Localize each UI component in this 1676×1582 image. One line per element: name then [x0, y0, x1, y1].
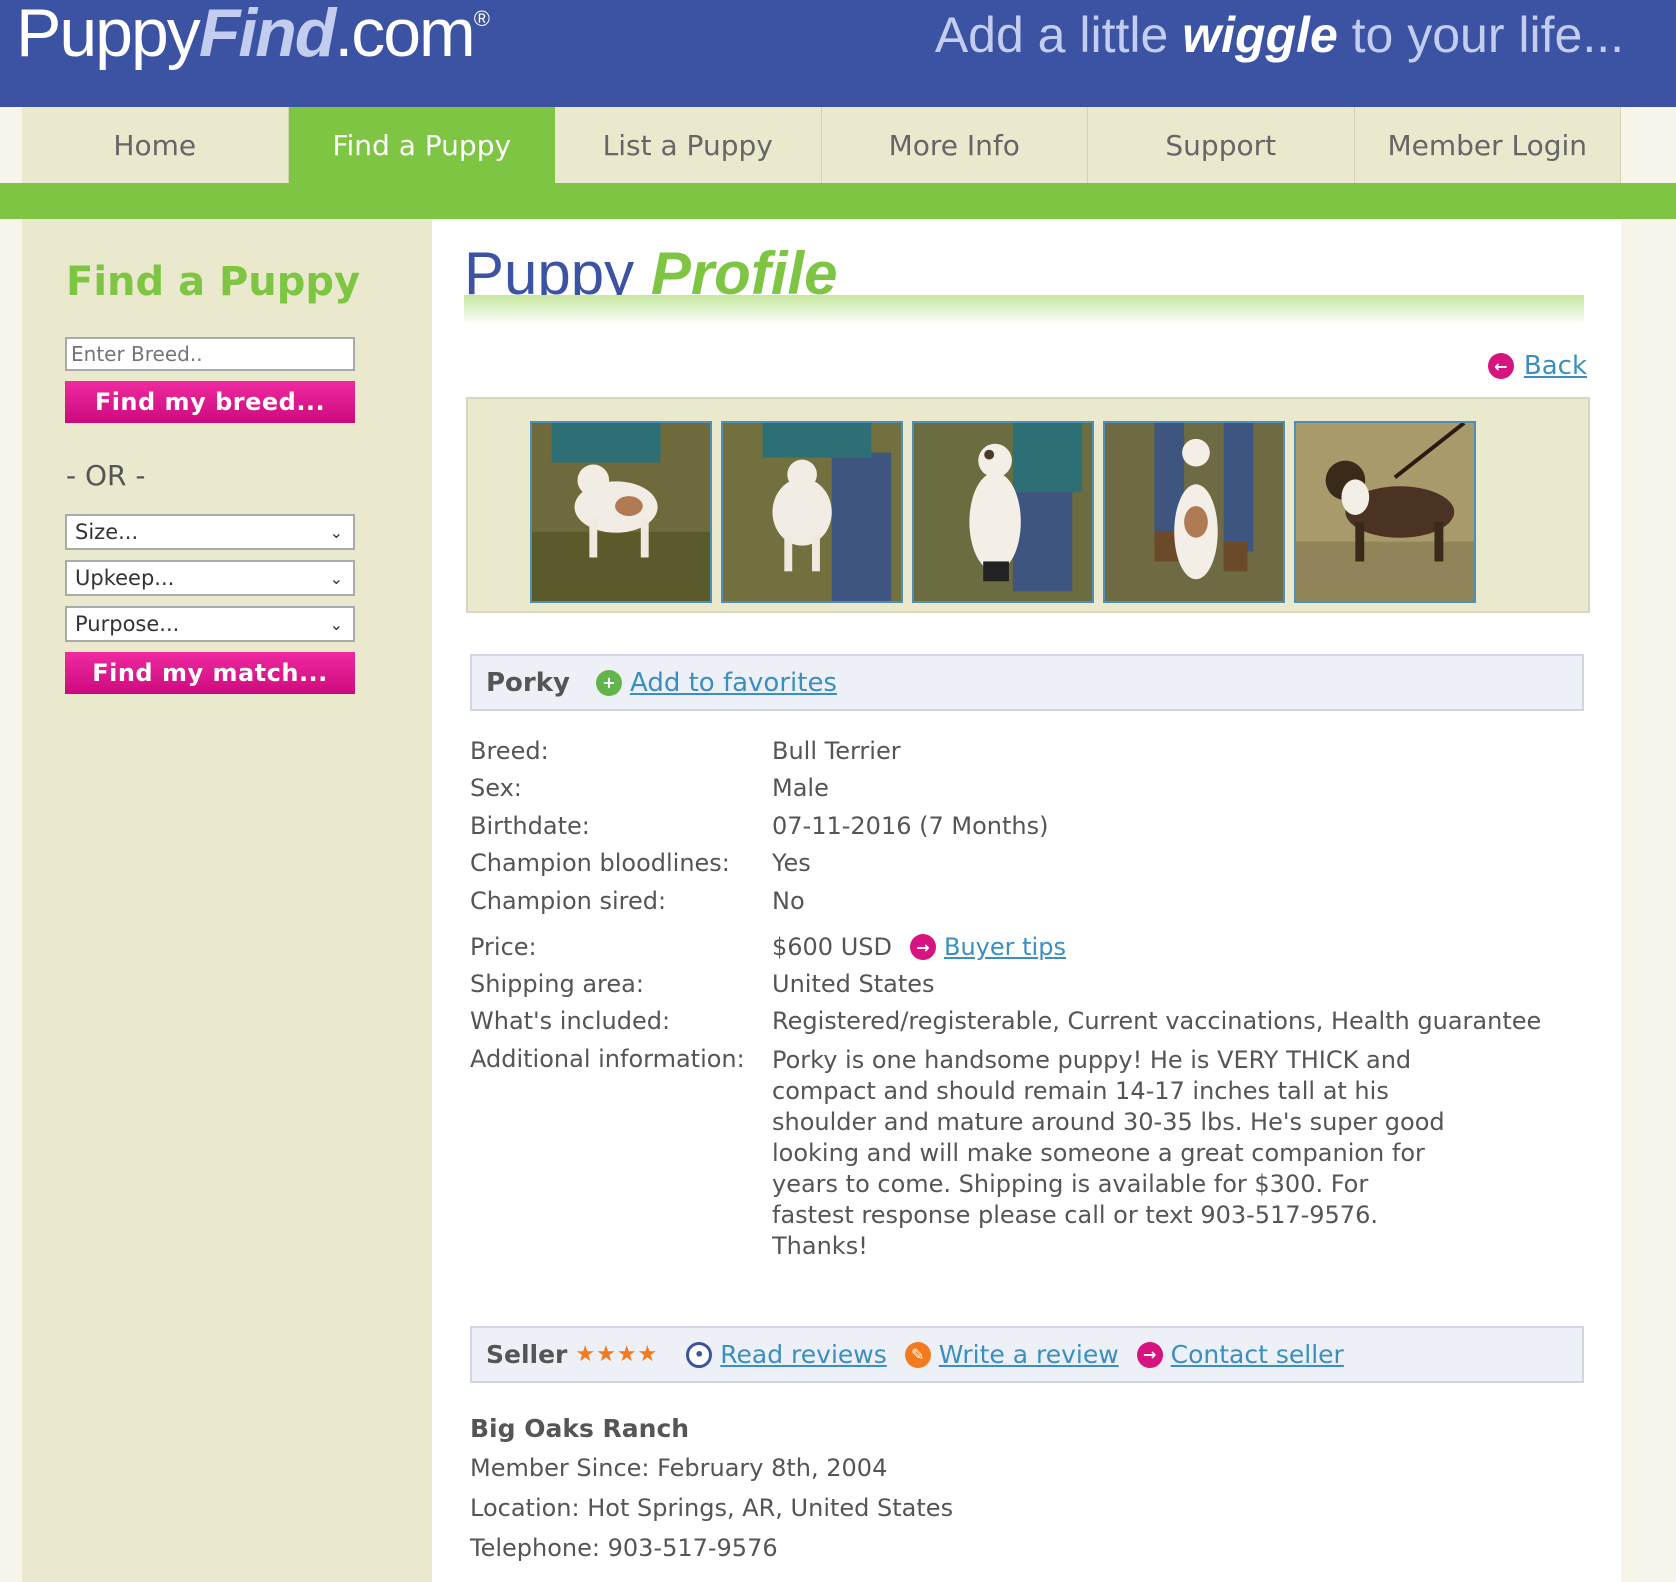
- target-icon: •: [686, 1341, 713, 1368]
- photo-gallery: [466, 397, 1590, 613]
- nav-underline-bar: [0, 183, 1676, 219]
- puppy-photo-thumbnail[interactable]: [530, 421, 712, 603]
- arrow-right-icon: →: [1136, 1341, 1163, 1368]
- seller-label: Seller: [486, 1340, 568, 1369]
- puppy-photo-thumbnail[interactable]: [912, 421, 1094, 603]
- chevron-down-icon: ⌄: [329, 614, 343, 634]
- sidebar-title: Find a Puppy: [66, 259, 361, 305]
- nav-more-info[interactable]: More Info: [821, 107, 1088, 183]
- plus-icon: +: [595, 669, 622, 696]
- or-divider: - OR -: [66, 459, 146, 492]
- chevron-down-icon: ⌄: [329, 568, 343, 588]
- sidebar: Find a Puppy Find my breed... - OR - Siz…: [22, 219, 432, 1582]
- arrow-left-icon: ←: [1487, 353, 1514, 379]
- seller-name: Big Oaks Ranch: [470, 1414, 690, 1443]
- purpose-select[interactable]: Purpose... ⌄: [65, 606, 355, 642]
- puppy-photo-2: [723, 423, 901, 601]
- main-content: Puppy Profile ← Back Porky + Add to favo…: [432, 219, 1621, 1582]
- seller-bar: Seller ★★★★ • Read reviews ✎ Write a revie…: [470, 1326, 1584, 1383]
- size-select-value: Size...: [75, 520, 139, 544]
- puppy-photo-thumbnail[interactable]: [1294, 421, 1476, 603]
- seller-member-since: Member Since: February 8th, 2004: [470, 1454, 888, 1482]
- buyer-tips-link[interactable]: → Buyer tips: [910, 933, 1066, 961]
- find-match-button[interactable]: Find my match...: [65, 652, 355, 694]
- site-tagline: Add a little wiggle to your life...: [934, 7, 1624, 63]
- nav-list-a-puppy[interactable]: List a Puppy: [555, 107, 822, 183]
- puppy-photo-3: [914, 423, 1092, 601]
- arrow-right-icon: →: [910, 934, 936, 960]
- price-value: $600 USD: [772, 933, 892, 961]
- pencil-icon: ✎: [904, 1341, 931, 1368]
- puppy-photo-1: [532, 423, 710, 601]
- site-header: PuppyFind.com® Add a little wiggle to yo…: [0, 0, 1676, 107]
- back-link[interactable]: ← Back: [1487, 351, 1587, 381]
- seller-location: Location: Hot Springs, AR, United States: [470, 1494, 954, 1522]
- puppy-photo-4: [1105, 423, 1283, 601]
- back-label: Back: [1523, 351, 1587, 381]
- seller-info: Big Oaks Ranch Member Since: February 8t…: [470, 1414, 953, 1574]
- contact-seller-link[interactable]: → Contact seller: [1136, 1340, 1344, 1369]
- title-underline: [464, 295, 1584, 325]
- upkeep-select[interactable]: Upkeep... ⌄: [65, 560, 355, 596]
- site-logo[interactable]: PuppyFind.com®: [16, 0, 490, 72]
- main-nav: Home Find a Puppy List a Puppy More Info…: [22, 107, 1621, 183]
- puppy-name: Porky: [486, 667, 570, 698]
- upkeep-select-value: Upkeep...: [75, 566, 175, 590]
- puppy-name-bar: Porky + Add to favorites: [470, 654, 1584, 711]
- nav-home[interactable]: Home: [22, 107, 289, 183]
- nav-member-login[interactable]: Member Login: [1354, 107, 1621, 183]
- puppy-photo-5: [1296, 423, 1474, 601]
- breed-search-input[interactable]: [65, 337, 355, 371]
- find-breed-button[interactable]: Find my breed...: [65, 381, 355, 423]
- puppy-photo-thumbnail[interactable]: [721, 421, 903, 603]
- puppy-photo-thumbnail[interactable]: [1103, 421, 1285, 603]
- add-to-favorites-link[interactable]: + Add to favorites: [595, 667, 837, 698]
- nav-find-a-puppy[interactable]: Find a Puppy: [288, 107, 555, 183]
- add-to-favorites-label: Add to favorites: [629, 667, 837, 698]
- seller-rating-stars: ★★★★: [575, 1342, 659, 1367]
- nav-support[interactable]: Support: [1088, 107, 1355, 183]
- size-select[interactable]: Size... ⌄: [65, 514, 355, 550]
- read-reviews-link[interactable]: • Read reviews: [686, 1340, 887, 1369]
- purpose-select-value: Purpose...: [75, 612, 180, 636]
- additional-info-text: Porky is one handsome puppy! He is VERY …: [772, 1046, 1445, 1260]
- chevron-down-icon: ⌄: [329, 522, 343, 542]
- seller-telephone: Telephone: 903-517-9576: [470, 1534, 778, 1562]
- write-review-link[interactable]: ✎ Write a review: [904, 1340, 1119, 1369]
